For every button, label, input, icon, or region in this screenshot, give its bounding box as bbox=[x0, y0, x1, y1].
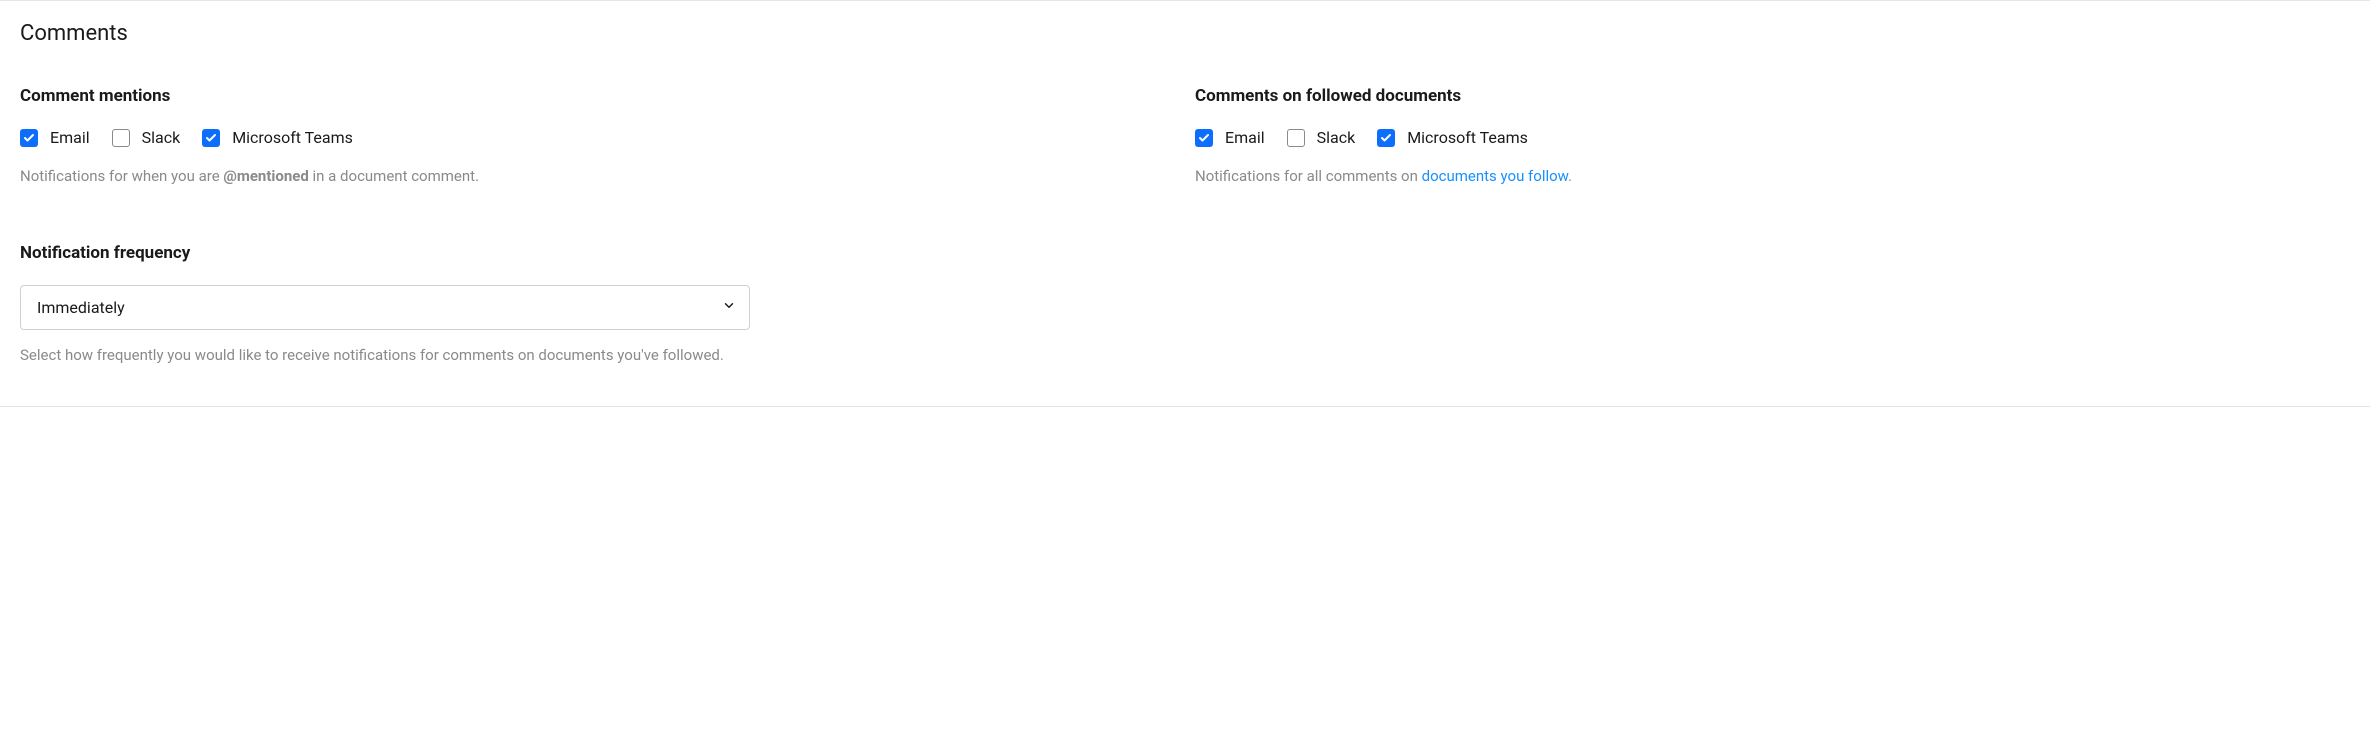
followed-email-item: Email bbox=[1195, 128, 1265, 147]
mentions-teams-item: Microsoft Teams bbox=[202, 128, 353, 147]
mentions-help-post: in a document comment. bbox=[309, 167, 479, 185]
followed-email-checkbox[interactable] bbox=[1195, 129, 1213, 147]
followed-documents-group: Comments on followed documents Email Sla… bbox=[1195, 86, 2350, 366]
followed-teams-item: Microsoft Teams bbox=[1377, 128, 1528, 147]
followed-checkbox-row: Email Slack Microsoft Teams bbox=[1195, 128, 2350, 147]
mentions-checkbox-row: Email Slack Microsoft Teams bbox=[20, 128, 1175, 147]
check-icon bbox=[23, 132, 35, 144]
followed-help-post: . bbox=[1568, 167, 1572, 185]
frequency-selected-value: Immediately bbox=[37, 298, 125, 317]
followed-title: Comments on followed documents bbox=[1195, 86, 2350, 106]
mentions-help-pre: Notifications for when you are bbox=[20, 167, 223, 185]
check-icon bbox=[205, 132, 217, 144]
followed-help-text: Notifications for all comments on docume… bbox=[1195, 165, 2350, 188]
check-icon bbox=[1198, 132, 1210, 144]
mentions-email-item: Email bbox=[20, 128, 90, 147]
frequency-select-wrapper: Immediately bbox=[20, 285, 750, 330]
followed-slack-checkbox[interactable] bbox=[1287, 129, 1305, 147]
check-icon bbox=[1380, 132, 1392, 144]
followed-help-pre: Notifications for all comments on bbox=[1195, 167, 1422, 185]
documents-you-follow-link[interactable]: documents you follow bbox=[1422, 167, 1568, 185]
followed-slack-label: Slack bbox=[1317, 128, 1356, 147]
frequency-title: Notification frequency bbox=[20, 243, 750, 263]
followed-teams-checkbox[interactable] bbox=[1377, 129, 1395, 147]
followed-email-label: Email bbox=[1225, 128, 1265, 147]
mentions-help-bold: @mentioned bbox=[223, 167, 308, 185]
comment-mentions-group: Comment mentions Email Slack Micr bbox=[20, 86, 1175, 366]
frequency-help-text: Select how frequently you would like to … bbox=[20, 344, 750, 367]
mentions-teams-label: Microsoft Teams bbox=[232, 128, 353, 147]
mentions-teams-checkbox[interactable] bbox=[202, 129, 220, 147]
followed-slack-item: Slack bbox=[1287, 128, 1356, 147]
columns: Comment mentions Email Slack Micr bbox=[20, 86, 2350, 366]
mentions-email-checkbox[interactable] bbox=[20, 129, 38, 147]
bottom-divider bbox=[0, 406, 2370, 407]
mentions-slack-label: Slack bbox=[142, 128, 181, 147]
mentions-email-label: Email bbox=[50, 128, 90, 147]
notification-frequency-group: Notification frequency Immediately Selec… bbox=[20, 243, 750, 367]
frequency-select[interactable]: Immediately bbox=[20, 285, 750, 330]
section-title: Comments bbox=[20, 21, 2350, 46]
comments-section: Comments Comment mentions Email Slack bbox=[0, 1, 2370, 406]
mentions-help-text: Notifications for when you are @mentione… bbox=[20, 165, 1175, 188]
followed-teams-label: Microsoft Teams bbox=[1407, 128, 1528, 147]
mentions-slack-item: Slack bbox=[112, 128, 181, 147]
mentions-slack-checkbox[interactable] bbox=[112, 129, 130, 147]
comment-mentions-title: Comment mentions bbox=[20, 86, 1175, 106]
